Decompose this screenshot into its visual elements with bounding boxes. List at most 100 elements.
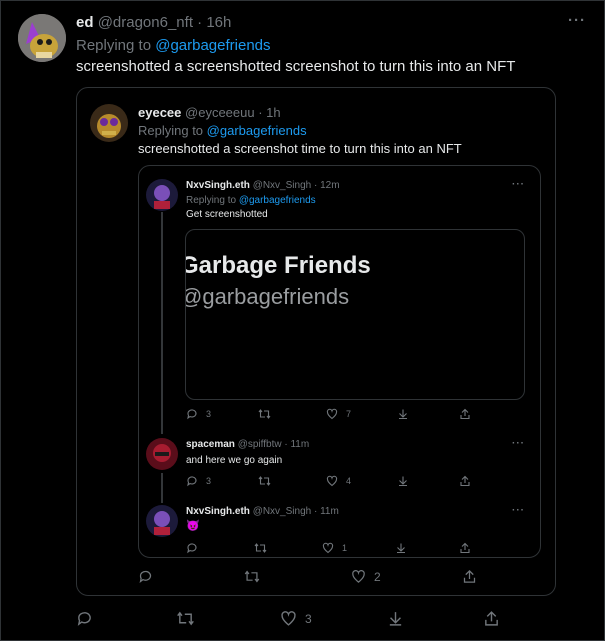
author-name[interactable]: eyecee <box>138 105 181 120</box>
share-icon <box>460 408 470 420</box>
replying-to-link[interactable]: @garbagefriends <box>239 195 316 206</box>
tweet-time[interactable]: · 1h <box>258 105 280 120</box>
avatar-eyecee-image <box>90 104 128 142</box>
avatar-nxvsingh[interactable] <box>146 179 178 211</box>
replying-prefix: Replying to <box>76 37 152 54</box>
share-icon <box>485 611 498 626</box>
share-icon <box>460 542 470 554</box>
share-button[interactable] <box>483 610 500 627</box>
reply-icon <box>139 570 152 583</box>
reply-icon <box>187 409 197 420</box>
thread-tweet2-header: spaceman @spiffbtw · 11m <box>186 439 309 450</box>
retweet-button[interactable] <box>254 542 267 554</box>
reply-count: 3 <box>206 476 212 486</box>
tweet-media-image[interactable]: Garbage Friends @garbagefriends <box>185 229 525 400</box>
media-title-text: Garbage Friends <box>185 252 371 279</box>
thread-tweet1-header: NxvSingh.eth @Nxv_Singh · 12m <box>186 180 340 191</box>
thread-line <box>161 473 163 503</box>
like-button[interactable]: 7 <box>326 408 351 420</box>
tweet-text: Get screenshotted <box>186 209 268 220</box>
retweet-icon <box>254 543 267 553</box>
author-handle[interactable]: @Nxv_Singh <box>253 180 312 191</box>
retweet-icon <box>258 476 271 486</box>
download-icon <box>399 409 407 420</box>
more-options-icon[interactable]: ··· <box>568 12 586 29</box>
share-icon <box>463 569 476 583</box>
reply-icon <box>187 476 197 487</box>
heart-icon <box>281 611 296 626</box>
avatar-ed[interactable] <box>18 14 66 62</box>
retweet-icon <box>258 409 271 419</box>
reply-button[interactable] <box>76 610 101 627</box>
download-icon <box>389 612 402 626</box>
download-button[interactable] <box>387 610 404 627</box>
retweet-button[interactable] <box>176 610 195 627</box>
reply-icon <box>187 543 197 554</box>
tweet-time[interactable]: · 11m <box>284 439 309 450</box>
download-button[interactable] <box>397 475 409 487</box>
tweet-time[interactable]: · 16h <box>197 14 231 31</box>
reply-button[interactable] <box>138 569 161 584</box>
reply-button[interactable]: 3 <box>186 408 211 420</box>
reply-button[interactable] <box>186 542 206 554</box>
share-button[interactable] <box>459 542 471 554</box>
like-button[interactable]: 2 <box>351 569 381 584</box>
tweet-text: and here we go again <box>186 455 283 466</box>
avatar-eyecee[interactable] <box>90 104 128 142</box>
like-button[interactable]: 1 <box>322 542 347 554</box>
more-options-icon[interactable]: ··· <box>512 179 525 190</box>
reply-count: 3 <box>206 409 212 419</box>
heart-icon <box>326 475 338 487</box>
author-name[interactable]: NxvSingh.eth <box>186 180 250 191</box>
like-button[interactable]: 4 <box>326 475 351 487</box>
heart-icon <box>352 570 365 583</box>
avatar-nxvsingh[interactable] <box>146 505 178 537</box>
author-name[interactable]: ed <box>76 14 94 31</box>
like-count: 1 <box>342 543 348 553</box>
author-name[interactable]: NxvSingh.eth <box>186 506 250 517</box>
author-name[interactable]: spaceman <box>186 439 235 450</box>
avatar-nxvsingh-image <box>146 179 178 211</box>
tweet-text: screenshotted a screenshotted screenshot… <box>76 58 516 75</box>
tweet-text: screenshotted a screenshot time to turn … <box>138 141 462 156</box>
avatar-ed-image <box>18 14 66 62</box>
share-button[interactable] <box>462 569 477 584</box>
download-icon <box>399 476 407 487</box>
like-count: 4 <box>346 476 352 486</box>
outer-header: ed @dragon6_nft · 16h <box>76 14 231 31</box>
thread-line <box>161 212 163 434</box>
author-handle[interactable]: @Nxv_Singh <box>253 506 312 517</box>
retweet-icon <box>177 611 194 626</box>
replying-prefix: Replying to <box>186 195 237 206</box>
thread-tweet3-header: NxvSingh.eth @Nxv_Singh · 11m <box>186 506 339 517</box>
share-button[interactable] <box>459 475 471 487</box>
heart-icon <box>326 408 338 420</box>
quote1-header: eyecee @eyceeeuu · 1h <box>138 105 281 120</box>
retweet-button[interactable] <box>258 475 271 487</box>
replying-to-line: Replying to @garbagefriends <box>186 195 316 206</box>
tweet-text-emoji: 😈 <box>186 520 200 532</box>
replying-to-line: Replying to @garbagefriends <box>138 123 307 138</box>
author-handle[interactable]: @spiffbtw <box>238 439 282 450</box>
avatar-nxvsingh-image <box>146 505 178 537</box>
replying-to-link[interactable]: @garbagefriends <box>155 37 270 54</box>
retweet-button[interactable] <box>244 569 260 584</box>
reply-button[interactable]: 3 <box>186 475 211 487</box>
avatar-spaceman-image <box>146 438 178 470</box>
author-handle[interactable]: @dragon6_nft <box>98 14 193 31</box>
like-button[interactable]: 3 <box>280 610 312 627</box>
author-handle[interactable]: @eyceeeuu <box>185 105 255 120</box>
heart-icon <box>322 542 334 554</box>
more-options-icon[interactable]: ··· <box>512 438 525 449</box>
share-icon <box>460 475 470 487</box>
share-button[interactable] <box>459 408 471 420</box>
avatar-spaceman[interactable] <box>146 438 178 470</box>
retweet-icon <box>244 570 260 583</box>
download-button[interactable] <box>397 408 409 420</box>
retweet-button[interactable] <box>258 408 271 420</box>
tweet-time[interactable]: · 12m <box>314 180 340 191</box>
tweet-time[interactable]: · 11m <box>314 506 339 517</box>
replying-to-link[interactable]: @garbagefriends <box>207 123 307 138</box>
download-button[interactable] <box>395 542 407 554</box>
more-options-icon[interactable]: ··· <box>512 505 525 516</box>
